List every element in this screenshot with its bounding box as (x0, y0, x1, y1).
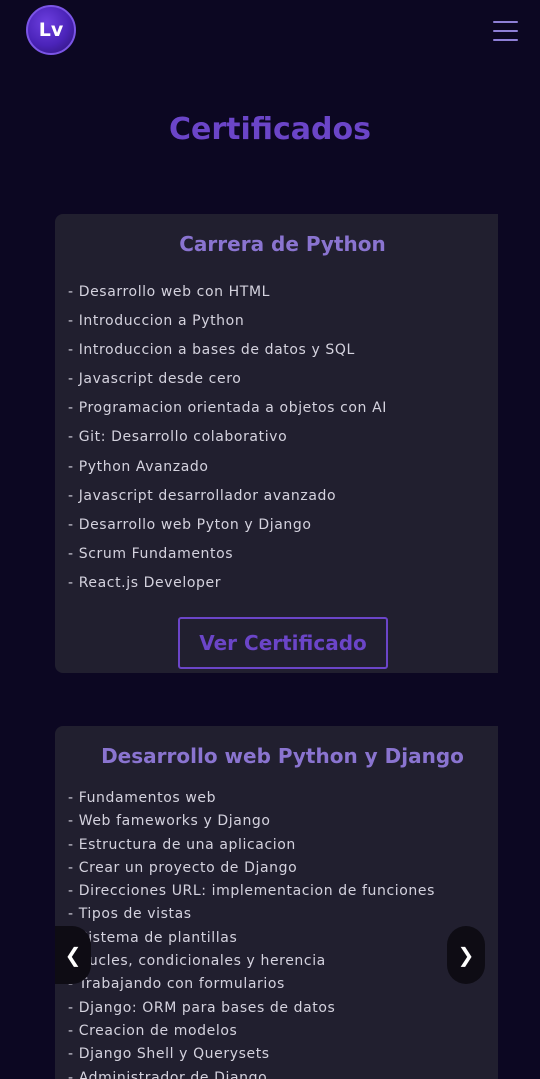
menu-line (493, 21, 518, 23)
card-title: Desarrollo web Python y Django (101, 744, 464, 768)
certificate-card: Carrera de Python - Desarrollo web con H… (55, 214, 498, 673)
hamburger-menu-icon[interactable] (493, 19, 518, 43)
menu-line (493, 30, 518, 32)
list-item: - Django Shell y Querysets (68, 1046, 270, 1063)
list-item: - Estructura de una aplicacion (68, 836, 296, 853)
list-item: - React.js Developer (68, 574, 222, 591)
list-item: - Fundamentos web (68, 790, 217, 806)
list-item: - Bucles, condicionales y herencia (68, 953, 326, 970)
logo-text: Lv (38, 19, 64, 41)
list-item: - Administrador de Django (68, 1069, 268, 1079)
list-item: - Desarrollo web Pyton y Django (68, 516, 312, 533)
carousel-next-button[interactable]: ❯ (447, 926, 485, 984)
page-title: Certificados (169, 112, 371, 147)
chevron-right-icon: ❯ (457, 943, 475, 967)
list-item: - Web fameworks y Django (68, 813, 271, 830)
list-item: - Git: Desarrollo colaborativo (68, 429, 288, 446)
list-item: - Javascript desarrollador avanzado (68, 487, 337, 504)
certificate-card: Desarrollo web Python y Django - Fundame… (55, 726, 498, 1079)
certificates-page: Lv Certificados Carrera de Python - Desa… (0, 0, 540, 1079)
list-item: - Javascript desde cero (68, 371, 242, 388)
list-item: - Creacion de modelos (68, 1022, 238, 1039)
list-item: - Django: ORM para bases de datos (68, 999, 336, 1016)
list-item: - Introduccion a bases de datos y SQL (68, 342, 355, 359)
chevron-left-icon: ❮ (64, 943, 82, 967)
list-item: - Sistema de plantillas (68, 929, 238, 946)
card-title: Carrera de Python (179, 232, 386, 256)
list-item: - Desarrollo web con HTML (68, 284, 271, 300)
carousel-prev-button[interactable]: ❮ (55, 926, 91, 984)
list-item: - Tipos de vistas (68, 906, 192, 923)
course-list: - Desarrollo web con HTML - Introduccion… (68, 282, 387, 602)
list-item: - Direcciones URL: implementacion de fun… (68, 883, 435, 900)
list-item: - Crear un proyecto de Django (68, 859, 298, 876)
menu-line (493, 39, 518, 41)
list-item: - Programacion orientada a objetos con A… (68, 400, 387, 417)
list-item: - Scrum Fundamentos (68, 545, 234, 562)
list-item: - Introduccion a Python (68, 313, 245, 330)
view-certificate-button[interactable]: Ver Certificado (178, 617, 388, 669)
logo[interactable]: Lv (26, 5, 76, 55)
list-item: - Python Avanzado (68, 458, 209, 475)
list-item: - Trabajando con formularios (68, 976, 285, 993)
course-list: - Fundamentos web - Web fameworks y Djan… (68, 788, 435, 1079)
